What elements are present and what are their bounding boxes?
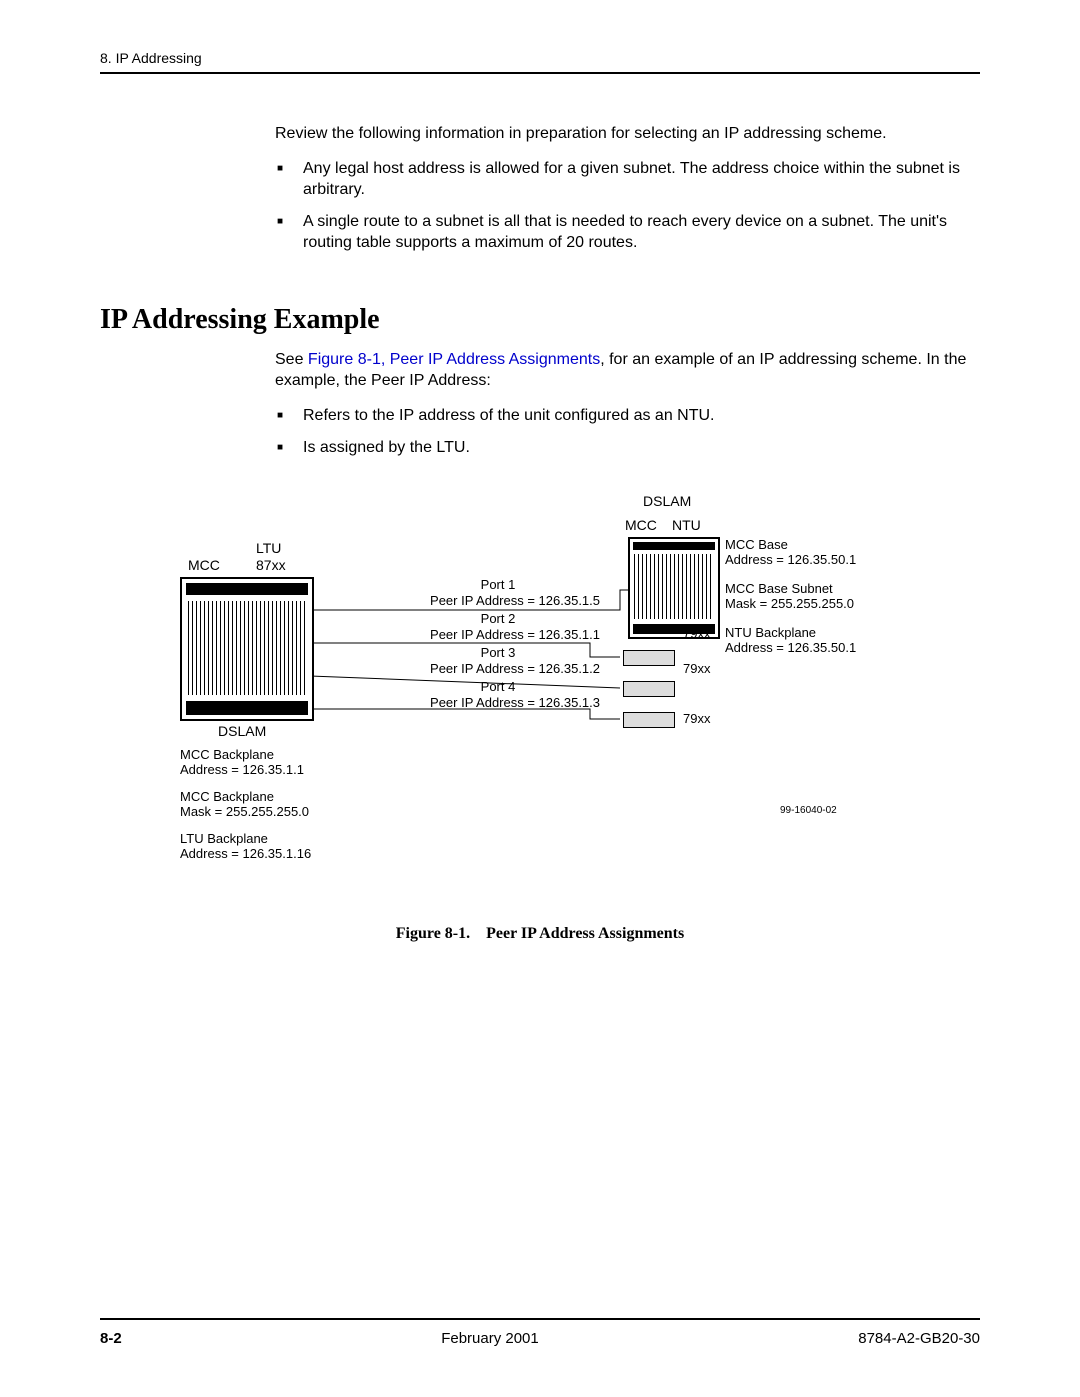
port2-peer: Peer IP Address = 126.35.1.1 — [320, 627, 600, 642]
figure-caption: Figure 8-1. Peer IP Address Assignments — [100, 925, 980, 943]
right-dslam-chassis — [628, 537, 720, 639]
label-79xx: 79xx — [683, 661, 710, 676]
label-ltu: LTU — [256, 540, 281, 556]
footer-date: February 2001 — [441, 1330, 539, 1347]
port1-peer: Peer IP Address = 126.35.1.5 — [320, 593, 600, 608]
intro-bullet: Any legal host address is allowed for a … — [303, 159, 980, 201]
left-dslam-chassis — [180, 577, 314, 721]
port3-label: Port 3 — [458, 645, 538, 660]
chapter-header: 8. IP Addressing — [100, 50, 980, 66]
section-heading: IP Addressing Example — [100, 304, 980, 336]
example-bullet: Refers to the IP address of the unit con… — [303, 406, 980, 427]
label-dslam-left: DSLAM — [218, 723, 266, 739]
ltu-backplane-addr: LTU Backplane Address = 126.35.1.16 — [180, 831, 311, 861]
drawing-number: 99-16040-02 — [780, 805, 837, 816]
see-prefix: See — [275, 351, 308, 368]
unit-79xx — [623, 681, 675, 697]
page-number: 8-2 — [100, 1330, 122, 1347]
label-mcc-right: MCC — [625, 517, 657, 533]
ntu-backplane-addr: NTU Backplane Address = 126.35.50.1 — [725, 625, 856, 655]
intro-bullet: A single route to a subnet is all that i… — [303, 212, 980, 254]
mcc-backplane-mask: MCC Backplane Mask = 255.255.255.0 — [180, 789, 309, 819]
mcc-base-addr: MCC Base Address = 126.35.50.1 — [725, 537, 856, 567]
figure-crossref-link[interactable]: Figure 8-1, Peer IP Address Assignments — [308, 351, 600, 368]
port3-peer: Peer IP Address = 126.35.1.2 — [320, 661, 600, 676]
page-footer: 8-2 February 2001 8784-A2-GB20-30 — [100, 1318, 980, 1347]
header-rule — [100, 72, 980, 74]
label-87xx: 87xx — [256, 557, 286, 573]
label-79xx: 79xx — [683, 626, 710, 641]
intro-paragraph: Review the following information in prep… — [275, 124, 980, 145]
unit-79xx — [623, 712, 675, 728]
footer-rule — [100, 1318, 980, 1320]
port2-label: Port 2 — [458, 611, 538, 626]
unit-79xx — [623, 650, 675, 666]
port1-label: Port 1 — [458, 577, 538, 592]
label-dslam-right: DSLAM — [643, 493, 691, 509]
label-79xx: 79xx — [683, 711, 710, 726]
label-ntu-right: NTU — [672, 517, 701, 533]
label-mcc-left: MCC — [188, 557, 220, 573]
document-number: 8784-A2-GB20-30 — [858, 1330, 980, 1347]
figure-diagram: MCC LTU 87xx DSLAM Port 1 Peer IP Addres… — [180, 495, 920, 895]
mcc-base-mask: MCC Base Subnet Mask = 255.255.255.0 — [725, 581, 854, 611]
port4-label: Port 4 — [458, 679, 538, 694]
example-bullet: Is assigned by the LTU. — [303, 438, 980, 459]
example-paragraph: See Figure 8-1, Peer IP Address Assignme… — [275, 350, 980, 392]
port4-peer: Peer IP Address = 126.35.1.3 — [320, 695, 600, 710]
mcc-backplane-addr: MCC Backplane Address = 126.35.1.1 — [180, 747, 304, 777]
